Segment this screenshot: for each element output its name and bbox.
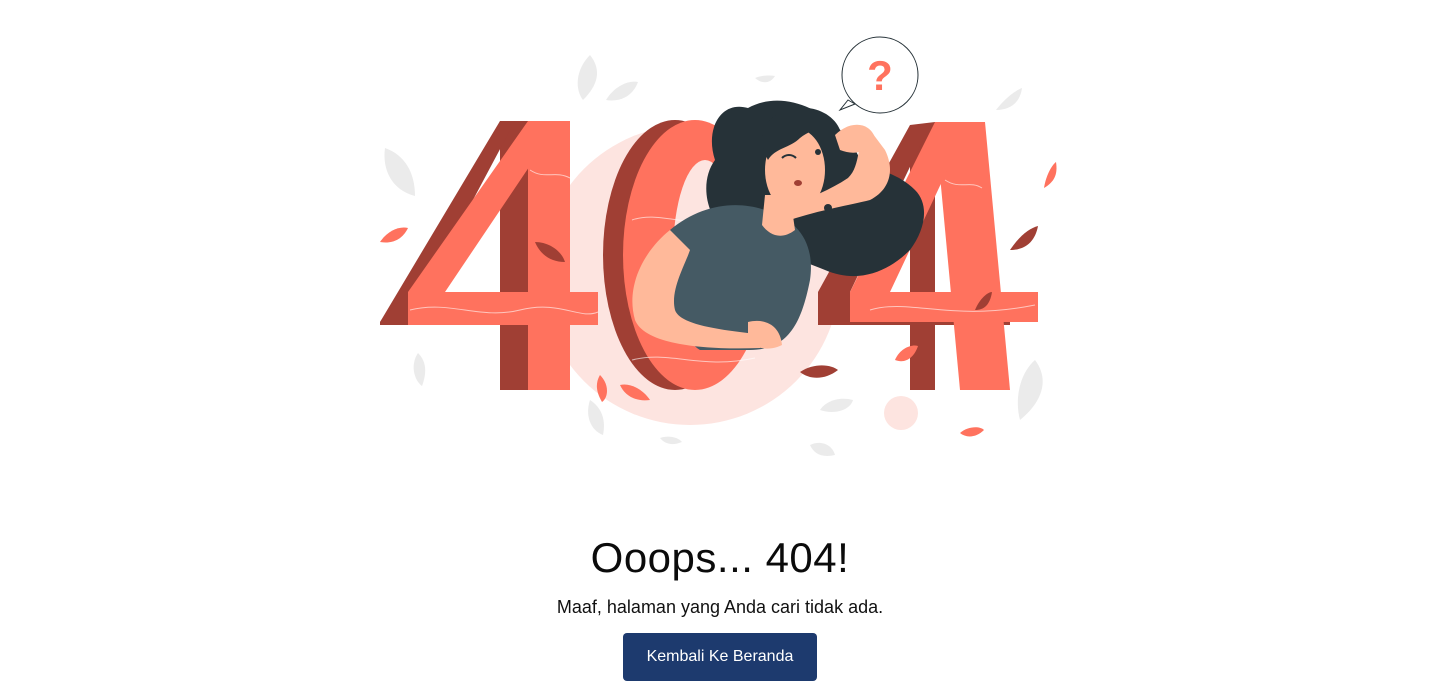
thought-bubble: ? (838, 36, 919, 114)
open-eye (815, 149, 821, 155)
digit-four-left (380, 121, 598, 390)
error-message: Maaf, halaman yang Anda cari tidak ada. (556, 597, 884, 617)
error-title: Ooops... 404! (590, 534, 850, 581)
small-dot (884, 396, 918, 430)
back-to-home-button[interactable]: Kembali Ke Beranda (623, 633, 817, 681)
mouth (794, 180, 802, 186)
shoulder-dot (824, 204, 832, 212)
not-found-page: ? Ooops... 404! Maaf, halaman yang Anda … (0, 0, 1440, 681)
404-illustration: ? (380, 36, 1057, 456)
question-mark-icon: ? (867, 52, 893, 99)
